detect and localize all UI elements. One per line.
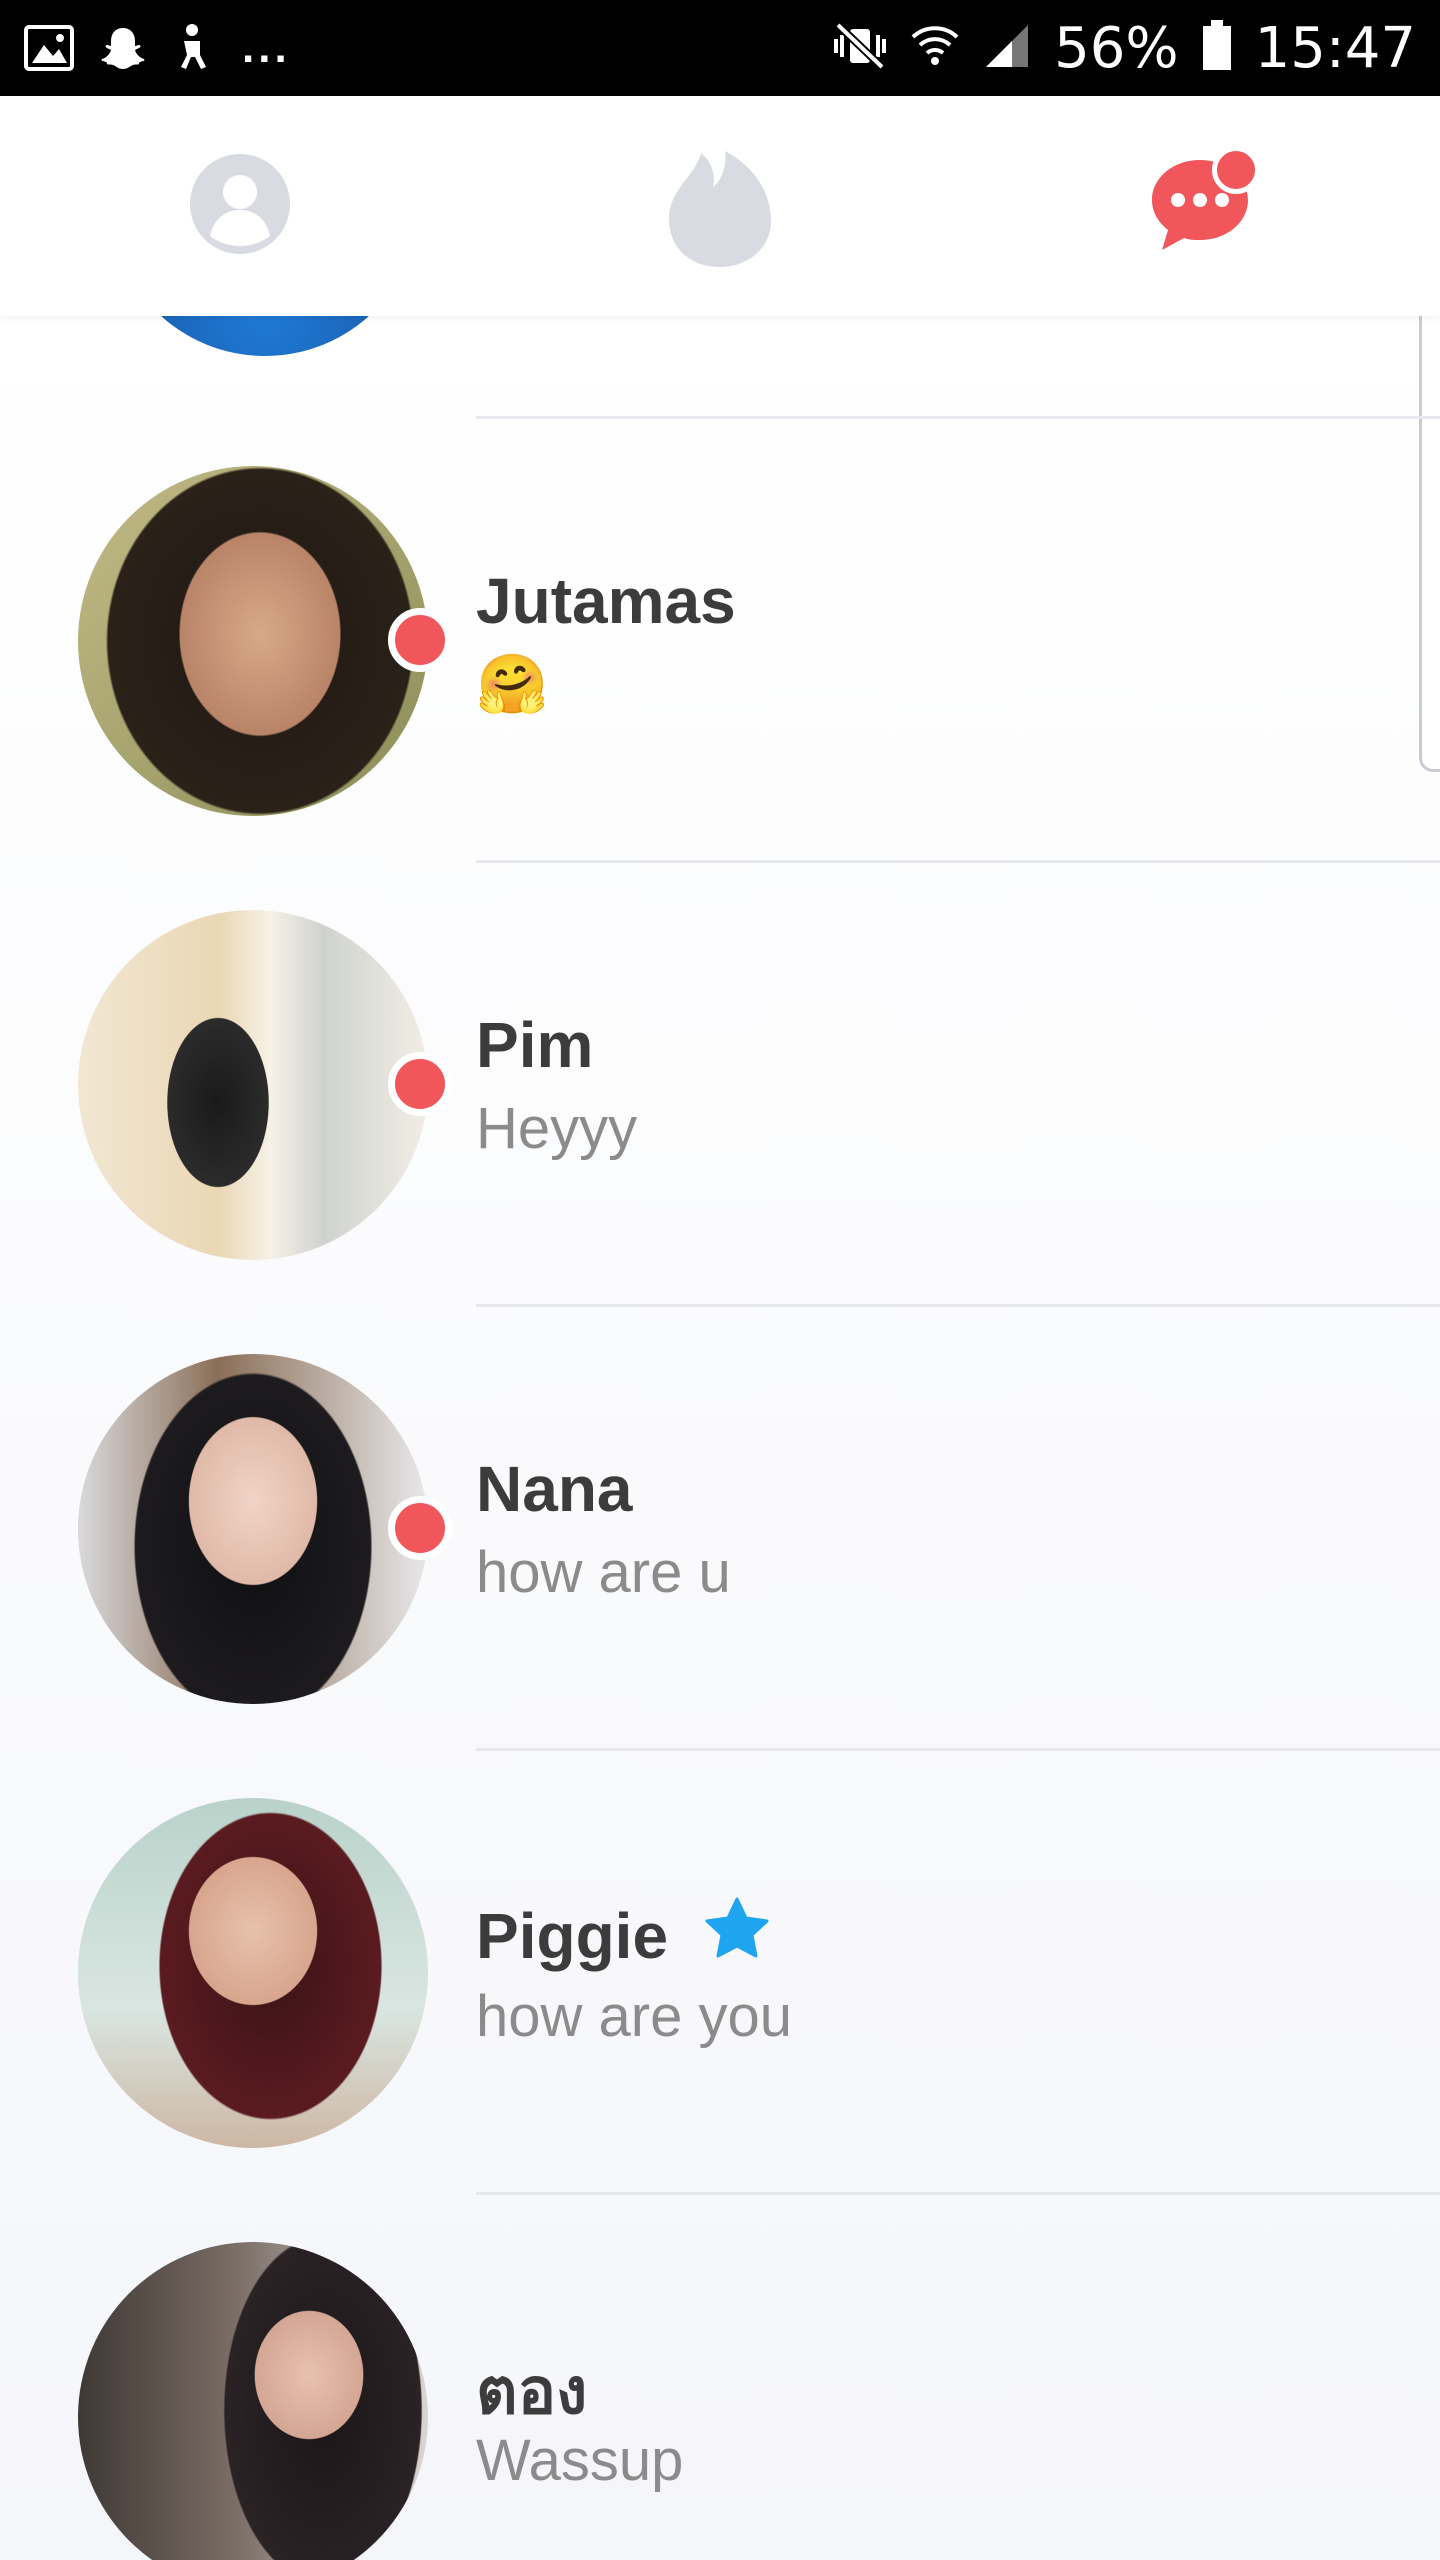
avatar[interactable]	[78, 1798, 428, 2148]
list-item[interactable]: Piggie how are you	[0, 1748, 1440, 2192]
wifi-icon	[910, 21, 960, 76]
messages-tab[interactable]	[1130, 136, 1270, 276]
signal-icon	[982, 21, 1032, 76]
profile-icon	[188, 152, 292, 261]
message-preview: Wassup	[476, 2428, 684, 2493]
discover-tab[interactable]	[650, 136, 790, 276]
profile-tab[interactable]	[170, 136, 310, 276]
divider	[476, 416, 1440, 419]
list-item[interactable]: Jutamas 🤗	[0, 416, 1440, 860]
match-name-text: Piggie	[476, 1899, 669, 1972]
list-item[interactable]: Nana how are u	[0, 1304, 1440, 1748]
list-item[interactable]: ตอง Wassup	[0, 2192, 1440, 2560]
message-preview: Heyyy	[476, 1096, 638, 1161]
list-item[interactable]: Pim Heyyy	[0, 860, 1440, 1304]
unread-dot	[388, 1052, 452, 1116]
avatar[interactable]	[78, 466, 428, 816]
divider	[476, 860, 1440, 863]
clock: 15:47	[1254, 15, 1416, 81]
match-name: Jutamas	[476, 564, 736, 638]
match-name: Pim	[476, 1008, 593, 1082]
matches-list[interactable]: Jutamas 🤗 Pim Heyyy Nana how are u Piggi…	[0, 316, 1440, 2560]
match-name: Piggie	[476, 1896, 770, 1975]
match-name: Nana	[476, 1452, 633, 1526]
more-notifications: ...	[242, 23, 291, 72]
battery-percent: 56%	[1054, 15, 1179, 81]
mute-vibrate-icon	[832, 21, 888, 76]
accessibility-icon	[172, 23, 212, 73]
notification-icons: ...	[24, 20, 291, 76]
avatar[interactable]	[78, 1354, 428, 1704]
divider	[476, 1304, 1440, 1307]
unread-dot	[388, 608, 452, 672]
divider	[476, 1748, 1440, 1751]
messages-notification-dot	[1212, 146, 1260, 194]
message-preview: how are u	[476, 1540, 731, 1605]
unread-dot	[388, 1496, 452, 1560]
divider	[476, 2192, 1440, 2195]
gallery-icon	[24, 25, 74, 71]
avatar[interactable]	[78, 910, 428, 1260]
match-name-text: Jutamas	[476, 565, 736, 637]
status-bar: ... 56% 15:47	[0, 0, 1440, 96]
top-navigation	[0, 96, 1440, 316]
super-like-star-icon	[704, 1896, 770, 1975]
avatar[interactable]	[78, 2242, 428, 2560]
battery-icon	[1201, 19, 1233, 77]
match-name-text: Nana	[476, 1453, 633, 1525]
message-preview: 🤗	[476, 652, 549, 717]
avatar[interactable]	[110, 316, 420, 356]
message-preview: how are you	[476, 1984, 792, 2049]
snapchat-icon	[100, 25, 146, 71]
match-name-text: Pim	[476, 1009, 594, 1081]
flame-icon	[665, 139, 775, 274]
system-icons: 56% 15:47	[832, 15, 1416, 81]
